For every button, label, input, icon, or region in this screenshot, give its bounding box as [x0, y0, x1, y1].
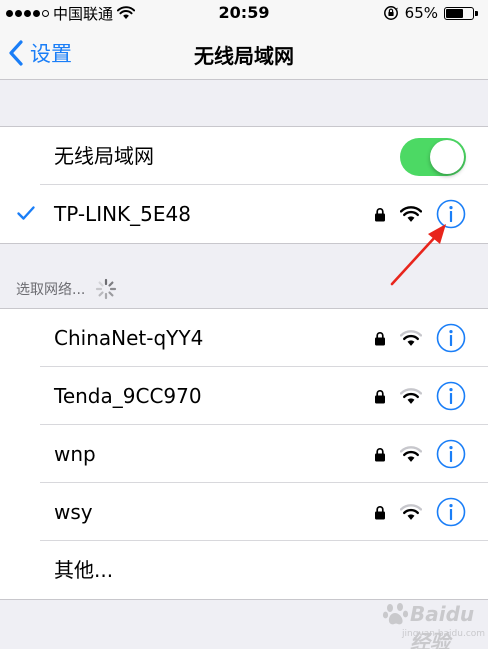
watermark-url: jingyan.baidu.com [402, 629, 486, 639]
wifi-settings-screen: 中国联通 20:59 65% 设置 无线局域网 无线局域网 TP-LINK_5E… [0, 0, 488, 649]
watermark-text: Baidu经验 [410, 602, 475, 649]
right-margin [488, 0, 500, 649]
paw-logo-icon [382, 603, 409, 625]
baidu-watermark: Baidu经验 jingyan.baidu.com [380, 596, 488, 649]
annotation-arrow [390, 224, 446, 286]
